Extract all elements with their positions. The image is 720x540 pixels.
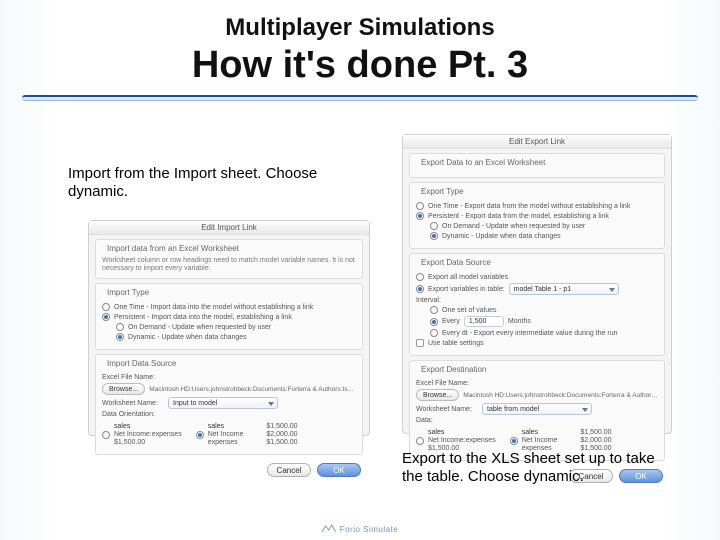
export-table-select[interactable]: model Table 1 - p1 bbox=[509, 283, 619, 295]
export-type-dynamic[interactable]: Dynamic - Update when data changes bbox=[430, 232, 658, 240]
import-window-title: Edit Import Link bbox=[89, 221, 369, 235]
checkbox-icon bbox=[416, 339, 424, 347]
export-dest-section: Export Destination Excel File Name: Brow… bbox=[409, 360, 665, 461]
export-interval-oneset[interactable]: One set of values bbox=[430, 306, 658, 314]
import-type-section: Import Type One Time - Import data into … bbox=[95, 283, 363, 350]
export-every-value[interactable]: 1,500 bbox=[464, 316, 504, 327]
export-data-label: Data: bbox=[416, 417, 478, 424]
export-dest-heading: Export Destination bbox=[418, 365, 489, 374]
import-type-onetime[interactable]: One Time - Import data into the model wi… bbox=[102, 303, 356, 311]
import-file-path: Macintosh HD:Users:johnstrohbeck:Documen… bbox=[149, 386, 356, 393]
export-worksheet-select[interactable]: table from model bbox=[482, 403, 592, 415]
import-type-persistent[interactable]: Persistent - Import data into the model,… bbox=[102, 313, 356, 321]
export-file-label: Excel File Name: bbox=[416, 380, 478, 387]
import-orientation-col[interactable]: sales Net Income expenses $1,500.00 $2,0… bbox=[196, 423, 298, 446]
radio-icon bbox=[430, 318, 438, 326]
radio-icon bbox=[430, 329, 438, 337]
export-interval-every[interactable]: Every 1,500 Months bbox=[430, 316, 658, 327]
import-type-ondemand[interactable]: On Demand - Update when requested by use… bbox=[116, 323, 356, 331]
import-browse-button[interactable]: Browse... bbox=[102, 383, 145, 395]
import-type-dynamic[interactable]: Dynamic - Update when data changes bbox=[116, 333, 356, 341]
export-type-ondemand[interactable]: On Demand - Update when requested by use… bbox=[430, 222, 658, 230]
title-block: Multiplayer Simulations How it's done Pt… bbox=[0, 0, 720, 87]
import-type-heading: Import Type bbox=[104, 288, 152, 297]
radio-icon bbox=[102, 303, 110, 311]
import-type-dynamic-label: Dynamic - Update when data changes bbox=[128, 334, 247, 341]
import-worksheet-value: Input to model bbox=[173, 400, 217, 407]
export-dialog: Edit Export Link Export Data to an Excel… bbox=[402, 134, 672, 434]
import-dialog: Edit Import Link Import data from an Exc… bbox=[88, 220, 370, 436]
import-type-ondemand-label: On Demand - Update when requested by use… bbox=[128, 324, 271, 331]
radio-icon bbox=[430, 222, 438, 230]
import-hint: Worksheet column or row headings need to… bbox=[102, 257, 356, 272]
export-orientation-col[interactable]: sales Net Income expenses $1,500.00 $2,0… bbox=[510, 429, 612, 452]
export-browse-button[interactable]: Browse... bbox=[416, 389, 459, 401]
radio-icon bbox=[116, 333, 124, 341]
radio-icon bbox=[416, 437, 424, 445]
slide-subtitle: Multiplayer Simulations bbox=[0, 14, 720, 42]
radio-icon bbox=[416, 285, 424, 293]
export-target-section: Export Data to an Excel Worksheet bbox=[409, 153, 665, 178]
export-type-section: Export Type One Time - Export data from … bbox=[409, 182, 665, 249]
export-all-vars[interactable]: Export all model variables bbox=[416, 273, 658, 281]
export-vars-in-table[interactable]: Export variables in table: model Table 1… bbox=[416, 283, 658, 295]
radio-icon bbox=[430, 306, 438, 314]
export-source-heading: Export Data Source bbox=[418, 258, 494, 267]
import-orientation-label: Data Orientation: bbox=[102, 411, 164, 418]
import-heading: Import data from an Excel Worksheet bbox=[104, 244, 242, 253]
import-ok-button[interactable]: OK bbox=[317, 463, 361, 477]
footer-logo: Forio Simulate bbox=[322, 524, 399, 534]
export-target-heading: Export Data to an Excel Worksheet bbox=[418, 158, 548, 167]
export-interval-everydt[interactable]: Every dt - Export every intermediate val… bbox=[430, 329, 658, 337]
import-source-section: Import Data Source Excel File Name: Brow… bbox=[95, 354, 363, 455]
import-type-persistent-label: Persistent - Import data into the model,… bbox=[114, 314, 292, 321]
import-section-header: Import data from an Excel Worksheet Work… bbox=[95, 239, 363, 279]
radio-icon bbox=[196, 431, 204, 439]
logo-text: Forio Simulate bbox=[340, 525, 399, 534]
slide: Multiplayer Simulations How it's done Pt… bbox=[0, 0, 720, 540]
radio-icon bbox=[116, 323, 124, 331]
radio-icon bbox=[430, 232, 438, 240]
export-type-persistent[interactable]: Persistent - Export data from the model,… bbox=[416, 212, 658, 220]
radio-icon bbox=[416, 273, 424, 281]
logo-icon bbox=[322, 524, 336, 534]
export-worksheet-label: Worksheet Name: bbox=[416, 406, 478, 413]
export-type-onetime[interactable]: One Time - Export data from the model wi… bbox=[416, 202, 658, 210]
caption-export: Export to the XLS sheet set up to take t… bbox=[402, 450, 672, 486]
import-worksheet-label: Worksheet Name: bbox=[102, 400, 164, 407]
radio-icon bbox=[102, 313, 110, 321]
export-source-section: Export Data Source Export all model vari… bbox=[409, 253, 665, 356]
import-orientation-row[interactable]: sales Net Income:expenses $1,500.00 bbox=[102, 423, 182, 446]
export-window-title: Edit Export Link bbox=[403, 135, 671, 149]
export-use-table-settings[interactable]: Use table settings bbox=[416, 339, 658, 347]
radio-icon bbox=[416, 202, 424, 210]
export-type-heading: Export Type bbox=[418, 187, 467, 196]
radio-icon bbox=[416, 212, 424, 220]
import-cancel-button[interactable]: Cancel bbox=[267, 463, 311, 477]
export-interval-label: Interval: bbox=[416, 297, 478, 304]
export-orientation-row[interactable]: sales Net Income:expenses $1,500.00 bbox=[416, 429, 496, 452]
import-type-onetime-label: One Time - Import data into the model wi… bbox=[114, 304, 313, 311]
import-source-heading: Import Data Source bbox=[104, 359, 179, 368]
import-file-label: Excel File Name: bbox=[102, 374, 164, 381]
export-file-path: Macintosh HD:Users:johnstrohbeck:Documen… bbox=[463, 392, 658, 399]
title-divider bbox=[22, 95, 698, 101]
slide-title: How it's done Pt. 3 bbox=[0, 44, 720, 87]
import-worksheet-select[interactable]: Input to model bbox=[168, 397, 278, 409]
import-footer: Cancel OK bbox=[89, 459, 369, 483]
radio-icon bbox=[102, 431, 110, 439]
radio-icon bbox=[510, 437, 518, 445]
caption-import: Import from the Import sheet. Choose dyn… bbox=[68, 165, 328, 201]
